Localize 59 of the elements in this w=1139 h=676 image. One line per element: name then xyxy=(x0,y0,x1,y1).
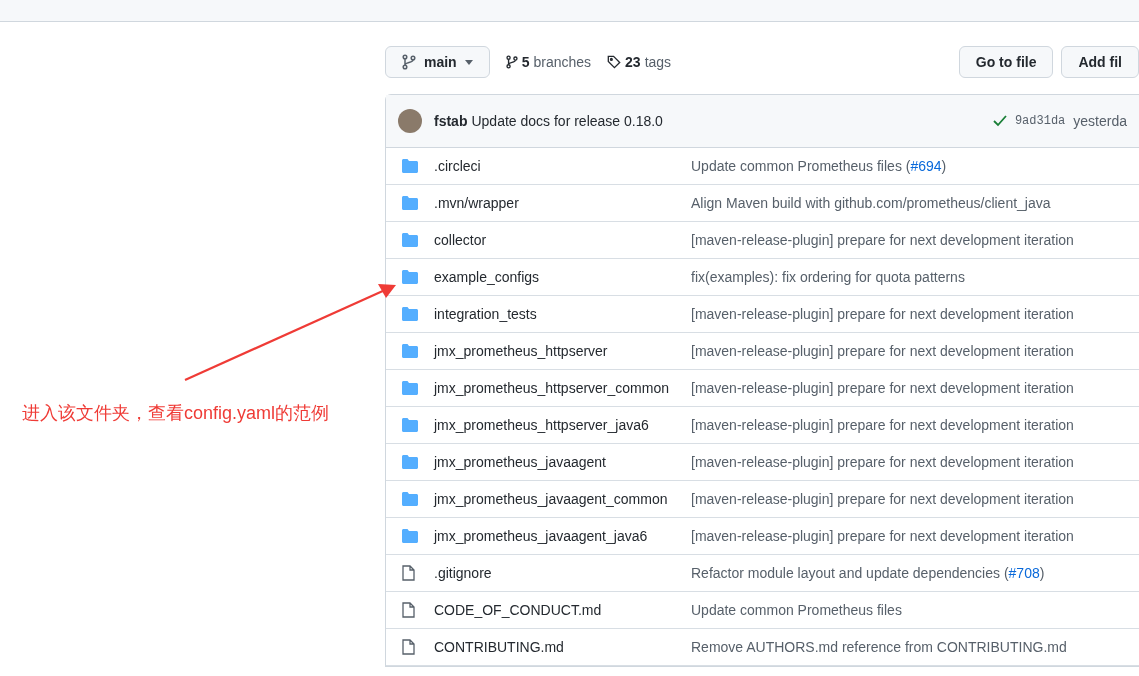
commit-message: Refactor module layout and update dependencies (#708) xyxy=(691,563,1045,583)
commit-message: [maven-release-plugin] prepare for next development iteration xyxy=(691,230,1074,250)
commit-message: [maven-release-plugin] prepare for next development iteration xyxy=(691,415,1074,435)
annotation-text: 进入该文件夹，查看config.yaml的范例 xyxy=(22,402,330,425)
file-name[interactable]: .mvn/wrapper xyxy=(434,192,691,214)
issue-link[interactable]: #694 xyxy=(910,157,942,174)
file-name[interactable]: .gitignore xyxy=(434,562,691,584)
branch-button[interactable]: main xyxy=(385,46,490,78)
file-name[interactable]: example_configs xyxy=(434,266,691,288)
avatar xyxy=(398,109,422,133)
file-name[interactable]: .circleci xyxy=(434,155,691,177)
file-name[interactable]: jmx_prometheus_httpserver_java6 xyxy=(434,414,691,436)
commit-message: [maven-release-plugin] prepare for next development iteration xyxy=(691,489,1074,509)
folder-icon xyxy=(402,455,418,469)
commit-message: Update common Prometheus files (#694) xyxy=(691,156,947,176)
commit-message: [maven-release-plugin] prepare for next development iteration xyxy=(691,452,1074,472)
folder-icon xyxy=(402,381,418,395)
folder-icon xyxy=(402,344,418,358)
file-name[interactable]: collector xyxy=(434,229,691,251)
commit-message: Update common Prometheus files xyxy=(691,600,902,620)
commit-time: yesterda xyxy=(1073,111,1127,131)
branch-icon xyxy=(505,55,518,69)
folder-icon xyxy=(402,418,418,432)
file-name[interactable]: jmx_prometheus_httpserver_common xyxy=(434,377,691,399)
tag-icon xyxy=(607,55,622,69)
commit-message: [maven-release-plugin] prepare for next development iteration xyxy=(691,378,1074,398)
file-name[interactable]: jmx_prometheus_javaagent xyxy=(434,451,691,473)
commit-message: Align Maven build with github.com/prometheus/client_java xyxy=(691,193,1051,213)
branch-icon xyxy=(402,54,416,70)
tags-link[interactable]: 23 tags xyxy=(607,51,672,73)
folder-icon xyxy=(402,307,418,321)
folder-icon xyxy=(402,233,418,247)
folder-icon xyxy=(402,529,418,543)
folder-icon xyxy=(402,270,418,284)
commit-sha[interactable]: 9ad31da xyxy=(1014,112,1066,130)
folder-icon xyxy=(402,492,418,506)
file-icon xyxy=(402,639,415,655)
toolbar-button[interactable]: Add fil xyxy=(1061,46,1139,78)
branches-link[interactable]: 5 branches xyxy=(505,51,592,73)
commit-author[interactable]: fstab xyxy=(434,110,468,132)
file-name[interactable]: jmx_prometheus_javaagent_java6 xyxy=(434,525,691,547)
file-name[interactable]: integration_tests xyxy=(434,303,691,325)
file-icon xyxy=(402,565,415,581)
commit-message: Remove AUTHORS.md reference from CONTRIBUTING.md xyxy=(691,637,1067,657)
file-name[interactable]: CODE_OF_CONDUCT.md xyxy=(434,599,691,621)
file-name[interactable]: CONTRIBUTING.md xyxy=(434,636,691,658)
file-name[interactable]: jmx_prometheus_javaagent_common xyxy=(434,488,691,510)
commit-message[interactable]: Update docs for release 0.18.0 xyxy=(471,110,663,132)
toolbar-button[interactable]: Go to file xyxy=(958,46,1054,78)
file-name[interactable]: jmx_prometheus_httpserver xyxy=(434,340,691,362)
commit-message: fix(examples): fix ordering for quota patterns xyxy=(691,267,965,287)
commit-message: [maven-release-plugin] prepare for next development iteration xyxy=(691,526,1074,546)
folder-icon xyxy=(402,196,418,210)
commit-message: [maven-release-plugin] prepare for next development iteration xyxy=(691,341,1074,361)
commit-message: [maven-release-plugin] prepare for next development iteration xyxy=(691,304,1074,324)
folder-icon xyxy=(402,159,418,173)
issue-link[interactable]: #708 xyxy=(1008,564,1040,581)
file-icon xyxy=(402,602,415,618)
caret-icon xyxy=(464,59,473,65)
